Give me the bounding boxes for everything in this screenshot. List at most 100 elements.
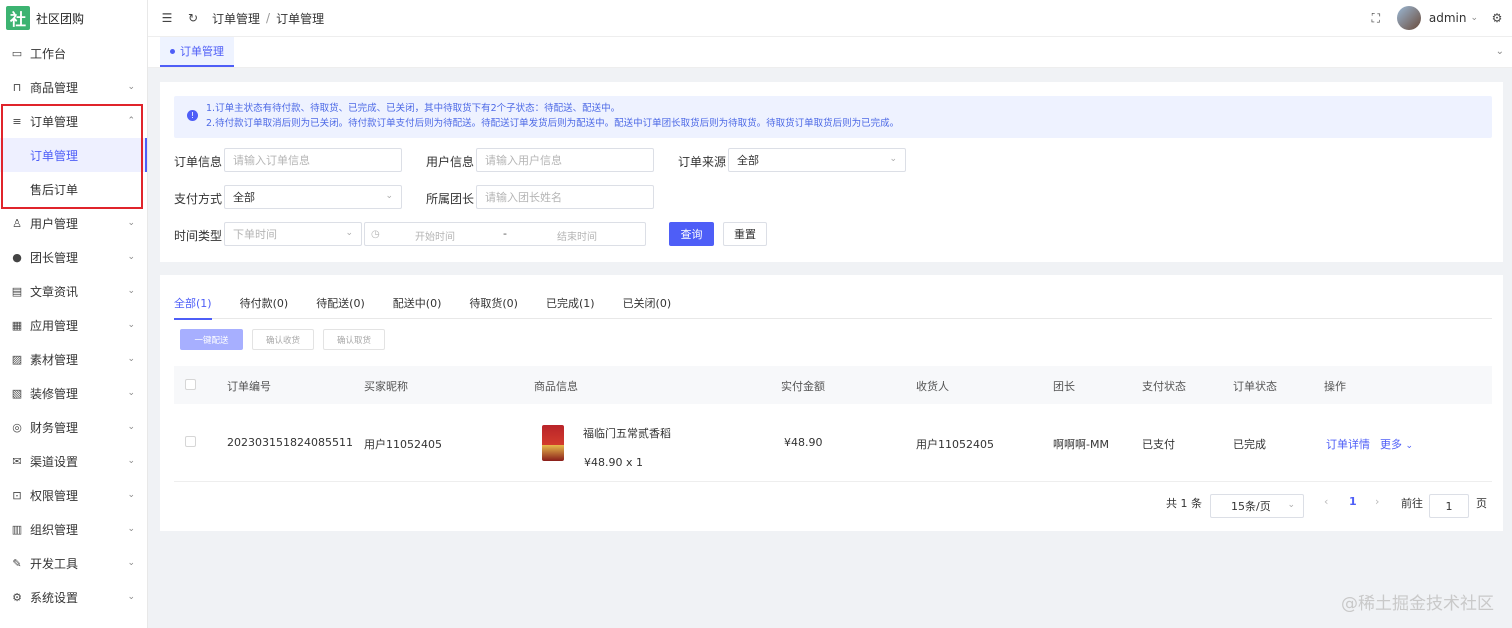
monitor-icon: ▭ (11, 46, 23, 60)
sidebar-item-label: 文章资讯 (30, 284, 79, 299)
row-checkbox[interactable] (185, 436, 196, 447)
batch-deliver-button[interactable]: 一键配送 (180, 329, 243, 350)
sidebar-item-4[interactable]: ● 团长管理 ⌄ (0, 240, 147, 274)
chevron-icon: ⌄ (127, 82, 135, 92)
sidebar-item-8[interactable]: ▧ 装修管理 ⌄ (0, 376, 147, 410)
sidebar-item-label: 渠道设置 (30, 454, 79, 469)
date-range-picker[interactable]: ◷ 开始时间 - 结束时间 (364, 222, 646, 246)
sidebar-item-label: 订单管理 (30, 114, 79, 129)
order-info-input[interactable]: 请输入订单信息 (224, 148, 402, 172)
list-icon: ≡ (12, 114, 22, 128)
active-dot-icon (170, 48, 175, 54)
time-type-value: 下单时间 (233, 228, 277, 241)
reset-button[interactable]: 重置 (723, 222, 767, 246)
order-source-select[interactable]: 全部 ⌄ (728, 148, 906, 172)
submenu-item-1[interactable]: 售后订单 (0, 172, 147, 206)
column-header: 实付金额 (781, 380, 825, 393)
confirm-receipt-button[interactable]: 确认收货 (252, 329, 314, 350)
goto-page-input[interactable]: 1 (1429, 494, 1469, 518)
order-source-value: 全部 (737, 154, 759, 167)
user-info-label: 用户信息 (426, 155, 475, 169)
start-date-input[interactable]: 开始时间 (415, 228, 455, 243)
status-tab-4[interactable]: 待取货(0) (469, 295, 518, 319)
logo[interactable]: 社 社区团购 (0, 0, 147, 36)
date-range-separator: - (503, 227, 507, 240)
breadcrumb-item[interactable]: 订单管理 (212, 10, 260, 27)
submenu-item-0[interactable]: 订单管理 (0, 138, 147, 172)
chevron-icon: ⌄ (127, 320, 135, 330)
sidebar-item-1[interactable]: ⊓ 商品管理 ⌄ (0, 70, 147, 104)
sidebar-item-label: 装修管理 (30, 386, 79, 401)
header-right: ⛶ admin ⌄ ⚙ (1369, 6, 1512, 30)
more-actions-dropdown[interactable]: 更多 ⌄ (1380, 436, 1413, 452)
breadcrumb: 订单管理 / 订单管理 (212, 10, 324, 27)
sidebar-item-7[interactable]: ▨ 素材管理 ⌄ (0, 342, 147, 376)
fullscreen-icon[interactable]: ⛶ (1369, 11, 1383, 25)
confirm-pickup-button[interactable]: 确认取货 (323, 329, 385, 350)
end-date-input[interactable]: 结束时间 (557, 228, 597, 243)
sidebar-item-0[interactable]: ▭ 工作台 (0, 36, 147, 70)
chevron-down-icon: ⌄ (1405, 441, 1414, 451)
column-header: 订单编号 (227, 380, 271, 393)
leader-input[interactable]: 请输入团长姓名 (476, 185, 654, 209)
sidebar-item-14[interactable]: ⚙ 系统设置 ⌄ (0, 580, 147, 614)
info-icon: ! (187, 110, 198, 121)
sidebar-item-13[interactable]: ✎ 开发工具 ⌄ (0, 546, 147, 580)
alert-line: 2.待付款订单取消后则为已关闭。待付款订单支付后则为待配送。待配送订单发货后则为… (206, 118, 900, 129)
bag-icon: ⊓ (12, 80, 22, 94)
chevron-down-icon: ⌄ (385, 191, 393, 201)
sidebar-item-12[interactable]: ▥ 组织管理 ⌄ (0, 512, 147, 546)
building-icon: ▥ (11, 522, 23, 536)
status-tab-6[interactable]: 已关闭(0) (623, 295, 672, 319)
sidebar-item-label: 应用管理 (30, 318, 79, 333)
page-size-value: 15条/页 (1231, 500, 1271, 513)
page-size-select[interactable]: 15条/页 ⌄ (1210, 494, 1304, 518)
paid-amount: ¥48.90 (784, 436, 823, 449)
pay-method-label: 支付方式 (174, 192, 223, 206)
user-info-input[interactable]: 请输入用户信息 (476, 148, 654, 172)
sidebar-menu: ▭ 工作台 ⊓ 商品管理 ⌄ ≡ 订单管理 ⌃ 订单管理 售后订单 ♙ 用户管理 ⌄ ● 团长管理 ⌄ ▤ 文章资… (0, 36, 147, 614)
chevron-icon: ⌄ (127, 354, 135, 364)
page-tab-orders[interactable]: 订单管理 (160, 37, 234, 67)
status-tab-1[interactable]: 待付款(0) (240, 295, 289, 319)
table-row: 20230315182408551​1 用户11052405 福临门五常贰香稻 … (174, 404, 1492, 482)
username[interactable]: admin (1429, 11, 1467, 25)
prev-page-icon[interactable]: ‹ (1324, 495, 1328, 508)
receiver: 用户11052405 (916, 438, 994, 451)
avatar[interactable] (1396, 6, 1421, 30)
search-button[interactable]: 查询 (669, 222, 714, 246)
pen-icon: ✎ (12, 556, 22, 570)
page-number-current[interactable]: 1 (1349, 495, 1357, 508)
sidebar-item-6[interactable]: ▦ 应用管理 ⌄ (0, 308, 147, 342)
lock-icon: ⊡ (12, 488, 22, 502)
status-tab-5[interactable]: 已完成(1) (546, 295, 595, 319)
select-all-checkbox[interactable] (185, 379, 196, 390)
sidebar-item-10[interactable]: ✉ 渠道设置 ⌄ (0, 444, 147, 478)
next-page-icon[interactable]: › (1375, 495, 1379, 508)
sidebar-item-2[interactable]: ≡ 订单管理 ⌃ (0, 104, 147, 138)
order-info-label: 订单信息 (174, 155, 223, 169)
sidebar-item-11[interactable]: ⊡ 权限管理 ⌄ (0, 478, 147, 512)
chevron-down-icon[interactable]: ⌄ (1470, 13, 1478, 23)
tabs-chevron-down-icon[interactable]: ⌄ (1496, 46, 1504, 57)
brush-icon: ▧ (11, 386, 23, 400)
menu-fold-icon[interactable]: ☰ (160, 11, 174, 25)
sidebar-item-5[interactable]: ▤ 文章资讯 ⌄ (0, 274, 147, 308)
chevron-icon: ⌄ (127, 422, 135, 432)
chevron-down-icon: ⌄ (889, 154, 897, 164)
status-tab-0[interactable]: 全部(1) (174, 295, 212, 320)
status-tab-3[interactable]: 配送中(0) (393, 295, 442, 319)
refresh-icon[interactable]: ↻ (186, 11, 200, 25)
pay-method-select[interactable]: 全部 ⌄ (224, 185, 402, 209)
leader-name: 啊啊啊-MM (1053, 438, 1109, 451)
sidebar-item-3[interactable]: ♙ 用户管理 ⌄ (0, 206, 147, 240)
sidebar-item-9[interactable]: ◎ 财务管理 ⌄ (0, 410, 147, 444)
product-image (542, 425, 564, 461)
sidebar-item-label: 团长管理 (30, 250, 79, 265)
header: ☰ ↻ 订单管理 / 订单管理 ⛶ admin ⌄ ⚙ (148, 0, 1512, 37)
status-tab-2[interactable]: 待配送(0) (316, 295, 365, 319)
sidebar-item-label: 用户管理 (30, 216, 79, 231)
time-type-select[interactable]: 下单时间 ⌄ (224, 222, 362, 246)
order-detail-link[interactable]: 订单详情 (1326, 436, 1370, 452)
settings-icon[interactable]: ⚙ (1490, 11, 1504, 25)
